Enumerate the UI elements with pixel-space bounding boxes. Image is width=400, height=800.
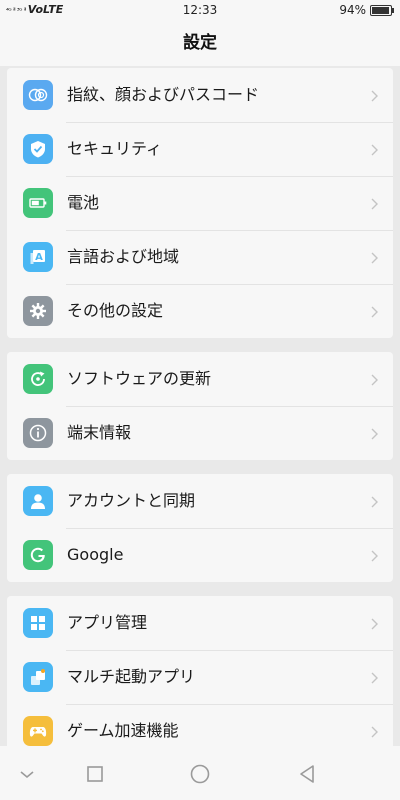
settings-item-label: セキュリティ [67,139,163,158]
battery-percent: 94% [339,3,366,17]
chevron-right-icon [367,724,381,738]
chevron-right-icon [367,494,381,508]
home-icon[interactable] [189,763,211,785]
chevron-right-icon [367,304,381,318]
settings-item-clone-app[interactable]: マルチ起動アプリ [7,650,393,704]
settings-group: アカウントと同期 Google [7,474,393,582]
settings-item-label: アプリ管理 [67,613,148,632]
settings-item-label: 言語および地域 [67,247,180,266]
settings-item-label: マルチ起動アプリ [67,667,196,686]
chevron-right-icon [367,142,381,156]
settings-item-google[interactable]: Google [7,528,393,582]
gear-icon [23,296,53,326]
account-icon [23,486,53,516]
settings-item-label: Google [67,545,124,564]
settings-item-apps[interactable]: アプリ管理 [7,596,393,650]
settings-item-language[interactable]: A 言語および地域 [7,230,393,284]
apps-icon [23,608,53,638]
status-bar: ⁴ᴳ ⁱˡˡ ³ᴳ ⁱˡˡ VoLTE 12:33 94% [0,0,400,20]
chevron-right-icon [367,250,381,264]
settings-item-label: 電池 [67,193,100,212]
settings-group: ソフトウェアの更新 端末情報 [7,352,393,460]
chevron-right-icon [367,616,381,630]
navigation-bar [0,746,400,800]
settings-item-update[interactable]: ソフトウェアの更新 [7,352,393,406]
chevron-right-icon [367,670,381,684]
google-icon [23,540,53,570]
settings-item-label: ソフトウェアの更新 [67,369,212,388]
recent-apps-icon[interactable] [84,763,106,785]
back-icon[interactable] [296,763,318,785]
settings-group: 指紋、顔およびパスコード セキュリティ 電池 A 言語および地域 その他の設定 [7,68,393,338]
settings-list[interactable]: 指紋、顔およびパスコード セキュリティ 電池 A 言語および地域 その他の設定ソフトウェア… [0,66,400,746]
settings-item-fingerprint[interactable]: 指紋、顔およびパスコード [7,68,393,122]
battery-icon [370,4,394,16]
clone-app-icon [23,662,53,692]
settings-item-gear[interactable]: その他の設定 [7,284,393,338]
chevron-right-icon [367,548,381,562]
svg-text:A: A [35,252,43,263]
info-icon [23,418,53,448]
battery-status: 94% [339,3,394,17]
settings-item-label: 端末情報 [67,423,132,442]
settings-item-label: 指紋、顔およびパスコード [67,85,260,104]
game-icon [23,716,53,746]
settings-item-battery[interactable]: 電池 [7,176,393,230]
chevron-right-icon [367,88,381,102]
settings-item-label: アカウントと同期 [67,491,196,510]
chevron-right-icon [367,426,381,440]
settings-group: アプリ管理マルチ起動アプリ ゲーム加速機能 [7,596,393,746]
settings-item-shield[interactable]: セキュリティ [7,122,393,176]
settings-item-label: ゲーム加速機能 [67,721,179,740]
settings-item-label: その他の設定 [67,301,164,320]
battery-icon [23,188,53,218]
fingerprint-icon [23,80,53,110]
language-icon: A [23,242,53,272]
chevron-down-icon[interactable] [16,763,38,785]
update-icon [23,364,53,394]
battery-fill [372,6,389,14]
chevron-right-icon [367,196,381,210]
shield-icon [23,134,53,164]
page-title: 設定 [0,20,400,66]
chevron-right-icon [367,372,381,386]
settings-item-account[interactable]: アカウントと同期 [7,474,393,528]
settings-item-game[interactable]: ゲーム加速機能 [7,704,393,746]
settings-item-info[interactable]: 端末情報 [7,406,393,460]
